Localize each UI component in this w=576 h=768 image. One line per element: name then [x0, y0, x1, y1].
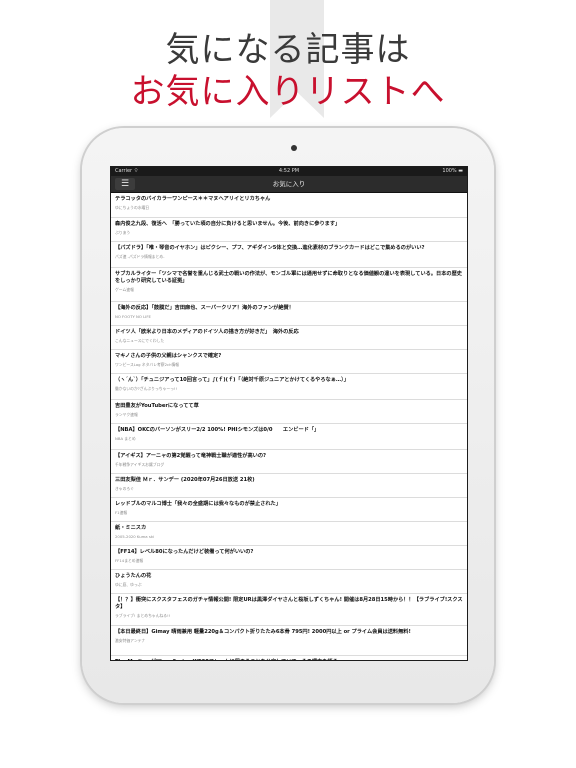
list-item[interactable]: 【NBA】OKCのバーソンがスリー2/2 100%! PHIシモンズは0/0 エ… — [111, 424, 467, 450]
list-item[interactable]: マキノさんの子供の父親はシャンクスで確定? ワンピースLog ネタバレ考察2ch情… — [111, 350, 467, 374]
camera-icon — [291, 145, 297, 151]
article-title: サブカルライター「ツシマで名誉を重んじる武士の戦いの作法が、モンゴル軍には通用せ… — [115, 271, 462, 284]
article-title: マキノさんの子供の父親はシャンクスで確定? — [115, 353, 222, 359]
list-item[interactable]: 【！？】衝突にスクスタフェスのガチャ情報公開! 限定URは黒澤ダイヤさんと桜坂し… — [111, 594, 467, 626]
list-item[interactable]: ひょうたんの花 ゆに庭、ゆっぷ — [111, 570, 467, 594]
article-title: 【FF14】レベル80になったんだけど装備って何がいいの? — [115, 549, 254, 555]
list-item[interactable]: ドイツ人「欧米より日本のメディアのドイツ人の描き方が好きだ」 海外の反応 こんなニ… — [111, 326, 467, 350]
article-title: 森内俊之九段、復活へ 「勝っていた頃の自分に負けると思いません。今後、前向きに参… — [115, 221, 341, 227]
list-item[interactable]: レッドブルのマルコ博士「我々の全盛期には我々なものが禁止された」 F1速報 — [111, 498, 467, 522]
article-source: こんなニュースにでくわした — [115, 338, 165, 343]
headline-line-2: お気に入りリストへ — [130, 72, 446, 112]
status-bar: Carrier ⌔ 4:52 PM 100% ▬ — [111, 167, 467, 176]
article-source: ランヤク速報 — [115, 412, 138, 417]
list-item[interactable]: 【パズドラ】「唯・琴音のイヤホン」はピクシー、プフ、アギダイン5体と交換…進化素… — [111, 242, 467, 268]
article-source: 働かないのか?ざんぷりっちゃーっ!! — [115, 386, 178, 391]
article-title: （ヽ´ん`）「チュニジアって10回言って」∫(ｆ)(ｆ)「（絶対千原ジュニアとか… — [115, 377, 349, 383]
clock-label: 4:52 PM — [278, 168, 300, 174]
list-item[interactable]: 【アイギス】アーニャの第2覚醒って竜神戦士職が適性が高いの? 千年戦争アイギスお嬢… — [111, 450, 467, 474]
battery-label: 100% ▬ — [442, 168, 463, 174]
article-title: The MediumがXbox Series Xで30フレームに留まることを公言… — [115, 659, 463, 660]
list-item[interactable]: 【FF14】レベル80になったんだけど装備って何がいいの? FF14まとめ速報 — [111, 546, 467, 570]
list-item[interactable]: 【海外の反応】「鼓膜だ」吉田麻也、スーパークリア！海外のファンが絶賛！ NO FO… — [111, 302, 467, 326]
list-item[interactable]: サブカルライター「ツシマで名誉を重んじる武士の戦いの作法が、モンゴル軍には通用せ… — [111, 268, 467, 302]
article-source: NO FOOTY NO LIFE — [115, 314, 151, 319]
nav-title: お気に入り — [272, 180, 306, 188]
list-item[interactable]: テラコッタのバイカラーワンピース＊＊マヌヘアリイとリカちゃん ゆにちょうの水曜日 — [111, 193, 467, 218]
list-item[interactable]: The MediumがXbox Series Xで30フレームに留まることを公言… — [111, 656, 467, 660]
article-source: F1速報 — [115, 510, 128, 515]
article-source: ゆにちょうの水曜日 — [115, 205, 150, 210]
nav-bar: ☰ お気に入り — [111, 176, 467, 193]
list-item[interactable]: 紙・ミニスカ 2005-2020 Kuma ski — [111, 522, 467, 546]
article-source: FF14まとめ速報 — [115, 558, 144, 563]
article-source: ぶりあう — [115, 230, 131, 235]
article-title: 【アイギス】アーニャの第2覚醒って竜神戦士職が適性が高いの? — [115, 453, 267, 459]
article-source: きゃのろぐ — [115, 486, 134, 491]
list-item[interactable]: 三田友梨佳 Ｍｒ．サンデー (2020年07月26日放送 21枚) きゃのろぐ — [111, 474, 467, 498]
article-source: ゆに庭、ゆっぷ — [115, 582, 142, 587]
article-source: ワンピースLog ネタバレ考察2ch情報 — [115, 362, 180, 367]
article-source: パズ速 -パズドラ情報まとめ- — [115, 254, 165, 259]
article-source: 千年戦争アイギスお嬢ブログ — [115, 462, 165, 467]
article-list: テラコッタのバイカラーワンピース＊＊マヌヘアリイとリカちゃん ゆにちょうの水曜日森… — [111, 193, 467, 660]
article-title: 【本日最終日】Gimay 晴雨兼用 軽量220g＆コンパクト折りたたみ6本骨 7… — [115, 629, 411, 635]
article-title: 【パズドラ】「唯・琴音のイヤホン」はピクシー、プフ、アギダイン5体と交換…進化素… — [115, 245, 425, 251]
article-source: 激安特価アンテナ — [115, 638, 146, 643]
article-title: 紙・ミニスカ — [115, 525, 147, 531]
article-title: 【海外の反応】「鼓膜だ」吉田麻也、スーパークリア！海外のファンが絶賛！ — [115, 305, 294, 311]
article-title: 吉田豊友がYouTuberになってて草 — [115, 403, 199, 409]
article-title: レッドブルのマルコ博士「我々の全盛期には我々なものが禁止された」 — [115, 501, 281, 507]
article-title: 三田友梨佳 Ｍｒ．サンデー (2020年07月26日放送 21枚) — [115, 477, 255, 483]
article-title: 【！？】衝突にスクスタフェスのガチャ情報公開! 限定URは黒澤ダイヤさんと桜坂し… — [115, 597, 463, 610]
article-source: NBA まとめ — [115, 436, 136, 441]
article-source: 2005-2020 Kuma ski — [115, 534, 155, 539]
list-item[interactable]: 森内俊之九段、復活へ 「勝っていた頃の自分に負けると思いません。今後、前向きに参… — [111, 218, 467, 242]
list-item[interactable]: （ヽ´ん`）「チュニジアって10回言って」∫(ｆ)(ｆ)「（絶対千原ジュニアとか… — [111, 374, 467, 400]
article-source: ゲーム速報 — [115, 287, 134, 292]
device-screen: Carrier ⌔ 4:52 PM 100% ▬ ☰ お気に入り テラコッタのバ… — [110, 166, 468, 661]
article-title: 【NBA】OKCのバーソンがスリー2/2 100%! PHIシモンズは0/0 エ… — [115, 427, 320, 433]
list-item[interactable]: 吉田豊友がYouTuberになってて草 ランヤク速報 — [111, 400, 467, 424]
article-source: ラブライブ! まとめちゃんねる!! — [115, 613, 171, 618]
article-title: ドイツ人「欧米より日本のメディアのドイツ人の描き方が好きだ」 海外の反応 — [115, 329, 299, 335]
article-title: ひょうたんの花 — [115, 573, 152, 579]
list-item[interactable]: 【本日最終日】Gimay 晴雨兼用 軽量220g＆コンパクト折りたたみ6本骨 7… — [111, 626, 467, 656]
article-title: テラコッタのバイカラーワンピース＊＊マヌヘアリイとリカちゃん — [115, 196, 271, 202]
